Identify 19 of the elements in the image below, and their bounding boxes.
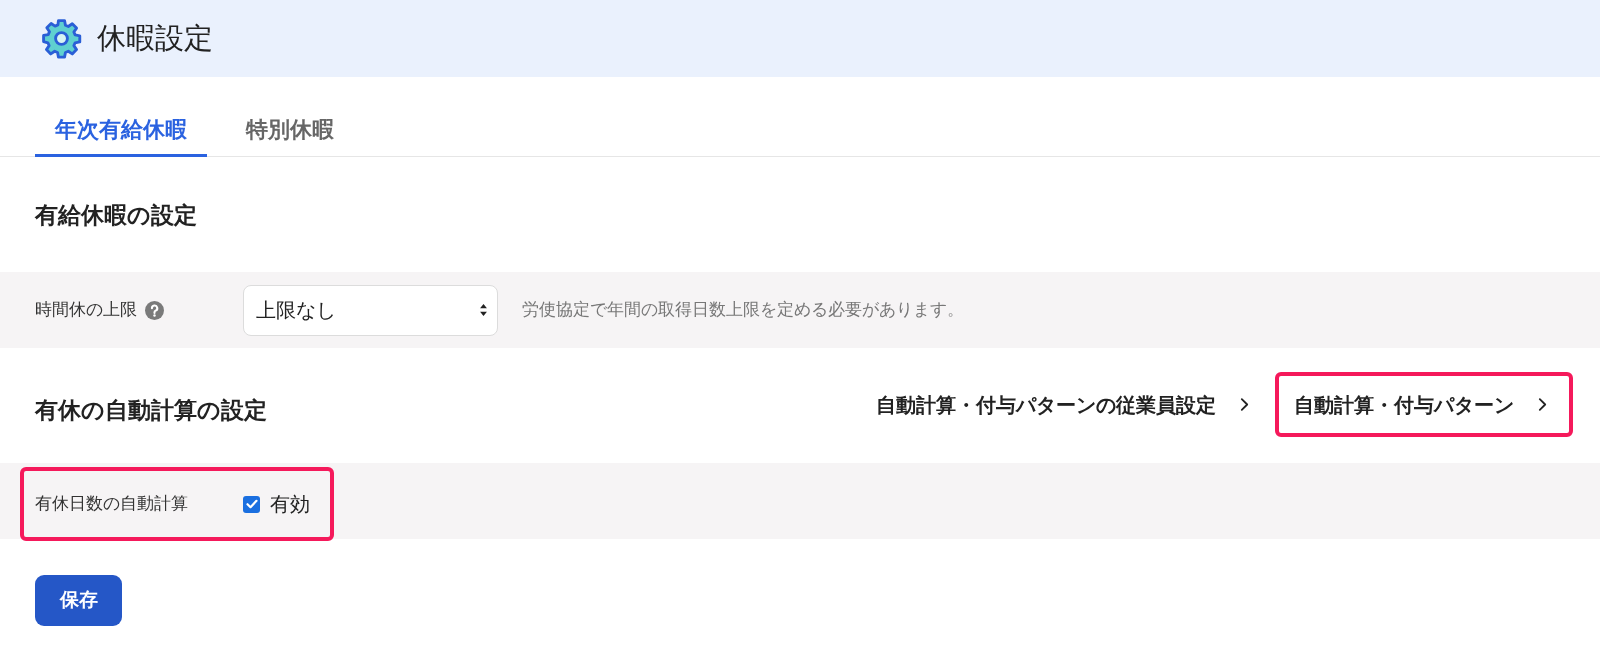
gear-icon (40, 17, 83, 60)
page-title: 休暇設定 (97, 20, 213, 56)
chevron-right-icon (1538, 397, 1547, 412)
field-label: 時間休の上限 (35, 299, 137, 322)
checkbox-label[interactable]: 有効 (270, 489, 310, 519)
tab[interactable]: 特別休暇 (226, 105, 354, 157)
nav-link[interactable]: 自動計算・付与パターンの従業員設定 (857, 372, 1275, 437)
hint-text: 労使協定で年間の取得日数上限を定める必要があります。 (522, 299, 964, 322)
up-down-caret-icon (480, 304, 487, 316)
help-icon[interactable] (145, 300, 164, 320)
nav-link[interactable]: 自動計算・付与パターン (1275, 372, 1573, 437)
section-heading: 有給休暇の設定 (35, 201, 197, 231)
save-button[interactable]: 保存 (35, 575, 122, 626)
select-field[interactable]: 上限なし (243, 284, 498, 336)
tab[interactable]: 年次有給休暇 (35, 105, 207, 157)
checkbox[interactable] (243, 495, 260, 513)
section-heading: 有休の自動計算の設定 (35, 396, 267, 426)
chevron-right-icon (1240, 397, 1249, 412)
field-label: 有休日数の自動計算 (35, 493, 188, 516)
